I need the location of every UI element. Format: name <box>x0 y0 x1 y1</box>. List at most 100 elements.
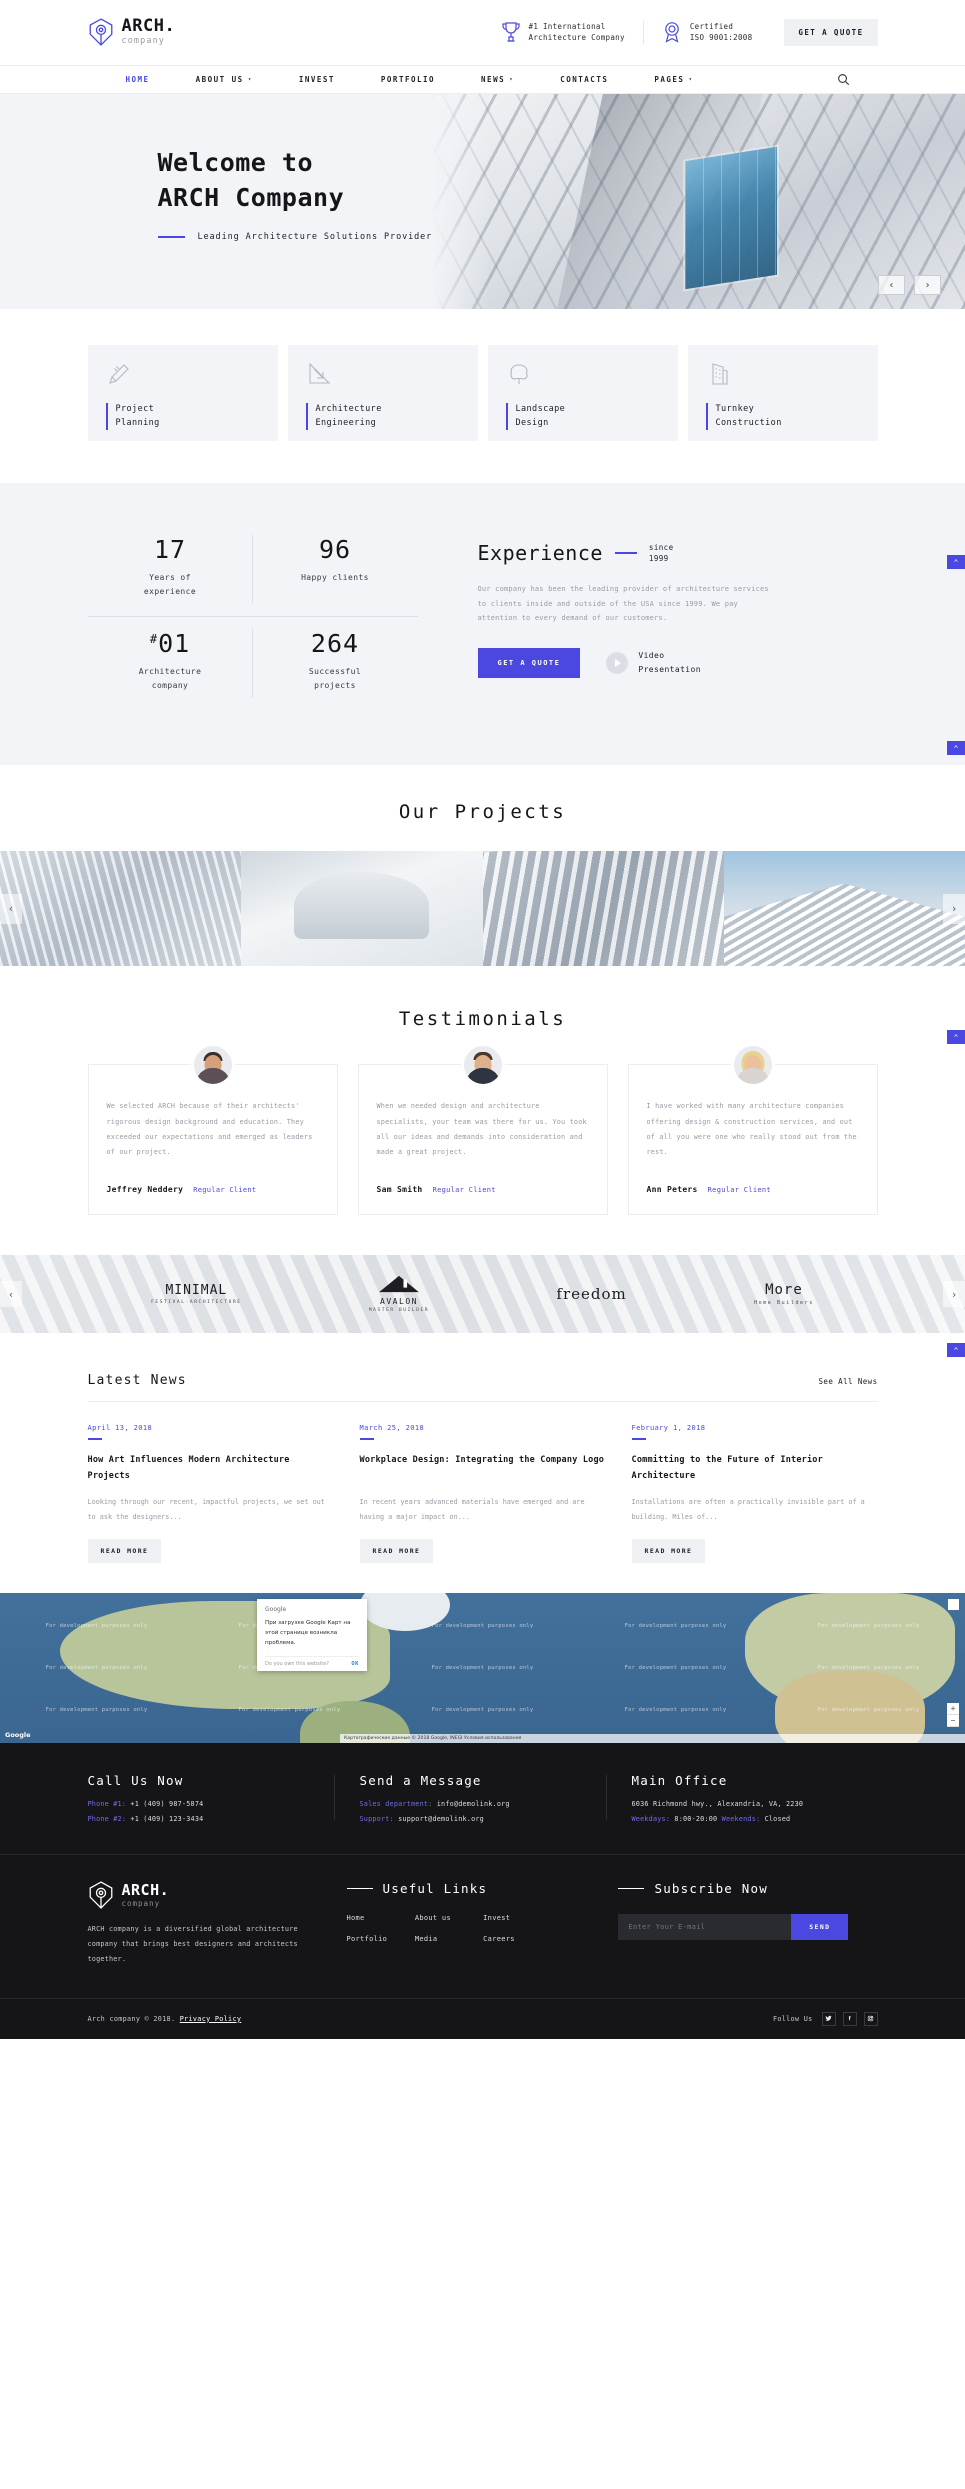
footer-link-about-us[interactable]: About us <box>415 1914 483 1922</box>
nav-list: HOME ABOUT US ▾ INVEST PORTFOLIO NEWS ▾ CO… <box>126 75 694 84</box>
news-card: February 1, 2018 Committing to the Futur… <box>631 1424 878 1564</box>
map-zoom-out-button[interactable]: − <box>947 1715 959 1728</box>
news-read-more-button[interactable]: READ MORE <box>359 1539 434 1564</box>
testimonial-card: When we needed design and architecture s… <box>357 1043 608 1216</box>
google-map[interactable]: For development purposes only For develo… <box>0 1593 965 1744</box>
subscribe-email-input[interactable] <box>618 1913 792 1940</box>
counters-grid: 17 Years of experience 96 Happy clients #… <box>87 523 418 710</box>
hero-slider: Welcome to ARCH Company Leading Architec… <box>0 94 965 309</box>
footer-block-title: Main Office <box>631 1773 728 1789</box>
project-thumb[interactable] <box>0 851 242 967</box>
partners-prev-button[interactable]: ‹ <box>0 1281 22 1308</box>
google-logo: Google <box>5 1731 31 1740</box>
nav-label: INVEST <box>298 75 335 84</box>
weekends-value: Closed <box>760 1814 791 1823</box>
project-thumb[interactable] <box>241 851 483 967</box>
news-headline[interactable]: How Art Influences Modern Architecture P… <box>88 1453 334 1485</box>
project-thumb[interactable] <box>482 851 724 967</box>
twitter-icon[interactable] <box>821 2011 836 2026</box>
sales-email[interactable]: info@demolink.org <box>432 1800 510 1808</box>
projects-carousel: ‹ › <box>0 851 965 967</box>
projects-prev-button[interactable]: ‹ <box>0 893 22 924</box>
map-zoom-in-button[interactable]: + <box>947 1703 959 1716</box>
arch-logo-icon <box>89 1881 112 1909</box>
badge-certified-line2: ISO 9001:2008 <box>689 33 753 43</box>
counter-caption-2: experience <box>143 586 197 596</box>
service-card-architecture-engineering[interactable]: Architecture Engineering <box>287 345 478 441</box>
news-headline[interactable]: Workplace Design: Integrating the Compan… <box>360 1453 606 1485</box>
footer-link-invest[interactable]: Invest <box>483 1914 551 1922</box>
service-card-landscape-design[interactable]: Landscape Design <box>487 345 678 441</box>
hero-next-button[interactable]: › <box>914 275 941 295</box>
project-thumb[interactable] <box>723 851 965 967</box>
partner-name: More <box>765 1282 803 1299</box>
footer-link-media[interactable]: Media <box>415 1935 483 1943</box>
search-icon[interactable] <box>837 73 850 86</box>
map-fullscreen-button[interactable] <box>948 1599 959 1611</box>
nav-item-news[interactable]: NEWS ▾ <box>481 75 514 84</box>
hero-prev-button[interactable]: ‹ <box>878 275 905 295</box>
testimonial-text: We selected ARCH because of their archit… <box>106 1102 313 1157</box>
footer-link-home[interactable]: Home <box>347 1914 415 1922</box>
map-dialog-ok-button[interactable]: OK <box>351 1661 359 1667</box>
instagram-icon[interactable] <box>863 2011 878 2026</box>
facebook-icon[interactable] <box>842 2011 857 2026</box>
scroll-to-top-button[interactable]: ⌃ <box>947 1343 965 1358</box>
experience-get-a-quote-button[interactable]: GET A QUOTE <box>477 648 581 679</box>
subscribe-send-button[interactable]: SEND <box>791 1913 849 1940</box>
avatar <box>730 1043 775 1088</box>
partners-carousel: ‹ MINIMAL FESTIVAL·ARCHITECTURE AVALON M… <box>0 1255 965 1334</box>
partners-next-button[interactable]: › <box>943 1281 965 1308</box>
see-all-news-link[interactable]: See All News <box>819 1377 878 1386</box>
latest-news-section: ⌃ Latest News See All News April 13, 201… <box>0 1333 965 1594</box>
testimonial-author: Sam Smith <box>376 1185 423 1195</box>
scroll-to-top-button[interactable]: ⌃ <box>947 555 965 569</box>
scroll-to-top-button[interactable]: ⌃ <box>947 1030 965 1045</box>
nav-item-pages[interactable]: PAGES ▾ <box>654 75 693 84</box>
partner-logo-freedom[interactable]: freedom <box>556 1285 626 1303</box>
pencil-ruler-icon <box>108 364 129 384</box>
nav-item-contacts[interactable]: CONTACTS <box>560 75 608 84</box>
nav-item-invest[interactable]: INVEST <box>299 75 335 84</box>
partner-logo-minimal[interactable]: MINIMAL FESTIVAL·ARCHITECTURE <box>151 1283 242 1305</box>
trophy-icon <box>501 22 520 43</box>
footer-brand-name: ARCH. <box>121 1881 170 1900</box>
phone2-value[interactable]: +1 (409) 123-3434 <box>126 1815 203 1823</box>
projects-next-button[interactable]: › <box>943 893 965 924</box>
news-read-more-button[interactable]: READ MORE <box>87 1539 162 1564</box>
news-date: February 1, 2018 <box>631 1424 706 1433</box>
main-navigation: HOME ABOUT US ▾ INVEST PORTFOLIO NEWS ▾ CO… <box>0 65 965 94</box>
nav-item-portfolio[interactable]: PORTFOLIO <box>381 75 435 84</box>
scroll-to-top-button[interactable]: ⌃ <box>947 741 965 756</box>
privacy-policy-link[interactable]: Privacy Policy <box>180 2015 242 2023</box>
avatar <box>190 1043 235 1088</box>
video-presentation-button[interactable]: Video Presentation <box>606 649 701 676</box>
partner-sub: FESTIVAL·ARCHITECTURE <box>151 1300 242 1306</box>
site-logo[interactable]: ARCH. company <box>88 17 176 48</box>
support-email[interactable]: support@demolink.org <box>394 1815 484 1823</box>
footer-about-text: ARCH company is a diversified global arc… <box>87 1924 298 1964</box>
nav-item-about-us[interactable]: ABOUT US ▾ <box>196 75 253 84</box>
news-headline[interactable]: Committing to the Future of Interior Arc… <box>632 1453 878 1485</box>
accent-rule <box>618 1887 645 1889</box>
service-card-turnkey-construction[interactable]: Turnkey Construction <box>687 345 878 441</box>
footer-about-widget: ARCH. company ARCH company is a diversif… <box>88 1881 347 1968</box>
footer-link-careers[interactable]: Careers <box>483 1935 551 1943</box>
footer-logo[interactable]: ARCH. company <box>88 1881 347 1909</box>
partner-logo-avalon[interactable]: AVALON MASTER BUILDER <box>369 1275 429 1313</box>
phone1-value[interactable]: +1 (409) 987-5874 <box>126 1800 203 1808</box>
nav-item-home[interactable]: HOME <box>126 75 150 84</box>
drafting-arrow-icon <box>308 362 330 384</box>
testimonial-author: Ann Peters <box>646 1185 698 1195</box>
service-card-project-planning[interactable]: Project Planning <box>87 345 278 441</box>
hero-title-line1: Welcome to <box>157 148 314 177</box>
partner-logo-more[interactable]: More Home Builders <box>754 1282 814 1306</box>
header-get-a-quote-button[interactable]: GET A QUOTE <box>784 18 878 46</box>
footer-link-portfolio[interactable]: Portfolio <box>347 1935 415 1943</box>
map-dialog-own-website-link[interactable]: Do you own this website? <box>265 1661 329 1667</box>
badge-certified-line1: Certified <box>689 21 734 31</box>
hero-subtitle: Leading Architecture Solutions Provider <box>197 232 433 242</box>
news-read-more-button[interactable]: READ MORE <box>631 1539 706 1564</box>
counter-successful-projects: 264 Successful projects <box>253 617 418 710</box>
accent-rule <box>346 1887 373 1889</box>
